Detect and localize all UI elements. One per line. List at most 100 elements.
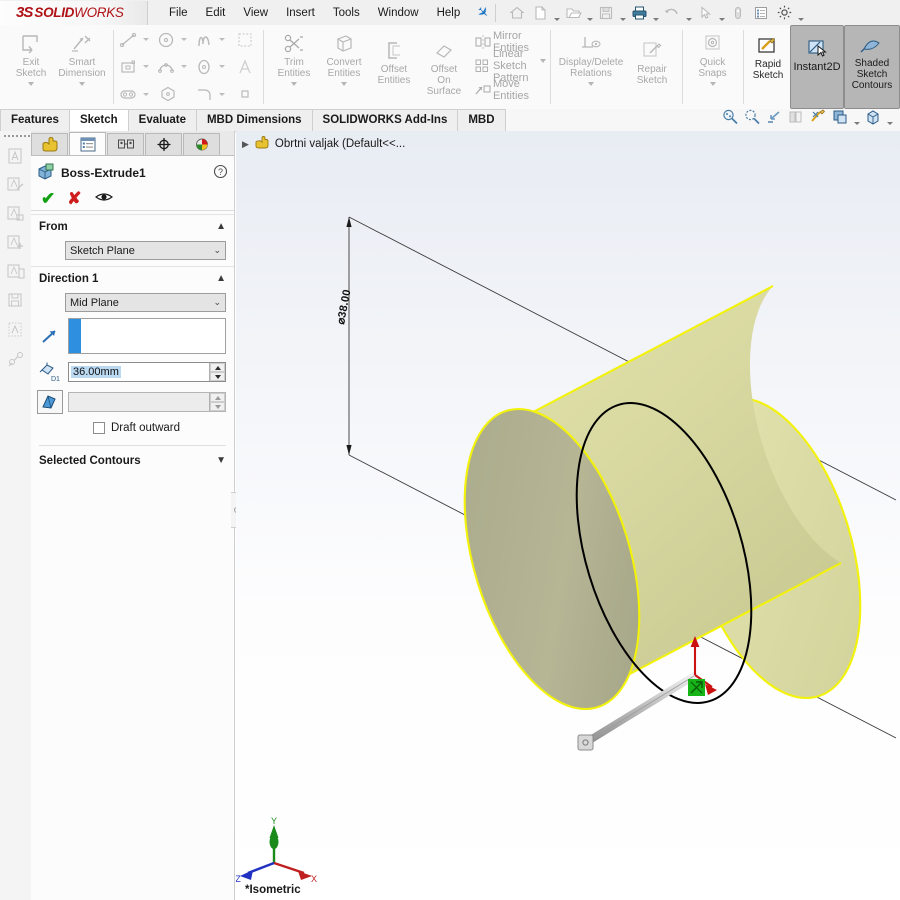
menu-view[interactable]: View <box>234 4 277 22</box>
tab-solidworks-add-ins[interactable]: SOLIDWORKS Add-Ins <box>311 109 459 131</box>
chevron-down-icon[interactable]: ⌄ <box>213 297 221 308</box>
draft-outward-row[interactable]: Draft outward <box>31 417 234 439</box>
annotation-a-icon[interactable] <box>0 141 31 170</box>
display-style-dropdown-icon[interactable] <box>852 104 861 130</box>
draft-outward-checkbox[interactable] <box>93 422 105 434</box>
depth-stepper-down[interactable] <box>210 372 225 381</box>
eye-icon[interactable] <box>94 190 114 207</box>
annotation-save-icon[interactable] <box>0 286 31 315</box>
menu-file[interactable]: File <box>160 4 197 22</box>
view-orientation-icon[interactable] <box>808 107 828 127</box>
pushpin-icon[interactable]: ✈ <box>473 2 494 22</box>
tab-evaluate[interactable]: Evaluate <box>127 109 197 131</box>
arc-tool[interactable] <box>154 54 195 79</box>
feature-manager-tab[interactable] <box>31 133 68 155</box>
zoom-to-area-icon[interactable] <box>742 107 762 127</box>
fillet-dropdown-icon[interactable] <box>219 92 226 96</box>
annotation-list-icon[interactable] <box>0 257 31 286</box>
print-dropdown-icon[interactable] <box>651 0 660 26</box>
hide-show-items-dropdown-icon[interactable] <box>885 104 894 130</box>
cancel-button[interactable]: ✘ <box>67 190 81 207</box>
direction1-depth-field[interactable]: 36.00mm <box>68 362 226 382</box>
sidebar-drag-handle[interactable] <box>0 131 31 141</box>
annotation-edit-icon[interactable] <box>0 170 31 199</box>
line-tool[interactable] <box>116 27 157 52</box>
display-delete-relations-dropdown-icon[interactable] <box>588 79 594 88</box>
gear-icon[interactable] <box>773 2 795 23</box>
new-document-icon[interactable] <box>529 2 551 23</box>
options-list-icon[interactable] <box>750 2 772 23</box>
quick-snaps-button[interactable]: Quick Snaps <box>688 28 738 88</box>
trim-entities-button[interactable]: Trim Entities <box>269 28 319 88</box>
section-from-header[interactable]: From ▲ <box>31 214 234 238</box>
select-cursor-icon[interactable] <box>694 2 716 23</box>
home-icon[interactable] <box>506 2 528 23</box>
direction1-vector-field[interactable] <box>68 318 226 354</box>
print-icon[interactable] <box>628 2 650 23</box>
chevron-up-icon[interactable]: ▲ <box>216 221 226 232</box>
help-question-icon[interactable]: ? <box>213 164 228 182</box>
graphics-viewport[interactable]: ▶ Obrtni valjak (Default<<... Y X Z ⌀38.… <box>236 131 900 900</box>
menu-help[interactable]: Help <box>428 4 470 22</box>
annotation-box-icon[interactable] <box>0 199 31 228</box>
new-document-dropdown-icon[interactable] <box>552 0 561 26</box>
text-tool[interactable] <box>230 54 260 79</box>
offset-on-surface-button[interactable]: Offset On Surface <box>419 28 469 97</box>
gear-dropdown-icon[interactable] <box>796 0 805 26</box>
ellipse-tool[interactable] <box>192 54 233 79</box>
section-direction1-header[interactable]: Direction 1 ▲ <box>31 266 234 290</box>
direction1-draft-field[interactable] <box>68 392 226 412</box>
spline-tool[interactable] <box>192 27 233 52</box>
point-tool[interactable] <box>230 82 260 107</box>
section-selected-contours-header[interactable]: Selected Contours ▼ <box>31 449 234 472</box>
slot-tool[interactable] <box>116 82 157 107</box>
tab-features[interactable]: Features <box>0 109 70 131</box>
tab-mbd[interactable]: MBD <box>457 109 506 131</box>
depth-stepper-up[interactable] <box>210 363 225 372</box>
select-cursor-dropdown-icon[interactable] <box>717 0 726 26</box>
rapid-sketch-button[interactable]: Rapid Sketch <box>746 25 790 109</box>
undo-icon[interactable] <box>661 2 683 23</box>
property-manager-tab[interactable] <box>69 132 106 155</box>
offset-entities-button[interactable]: Offset Entities <box>369 28 419 86</box>
direction1-end-condition-select[interactable]: Mid Plane ⌄ <box>65 293 226 312</box>
draft-stepper-down[interactable] <box>210 402 225 411</box>
exit-sketch-dropdown-icon[interactable] <box>28 79 34 88</box>
polygon-tool[interactable] <box>154 82 184 107</box>
menu-tools[interactable]: Tools <box>324 4 369 22</box>
trim-entities-dropdown-icon[interactable] <box>291 79 297 88</box>
repair-sketch-button[interactable]: Repair Sketch <box>627 28 677 86</box>
convert-entities-dropdown-icon[interactable] <box>341 79 347 88</box>
quick-snaps-dropdown-icon[interactable] <box>710 79 716 88</box>
capsule-icon[interactable] <box>727 2 749 23</box>
draft-angle-icon[interactable] <box>37 390 63 414</box>
circle-tool[interactable] <box>154 27 195 52</box>
direction1-draft-stepper[interactable] <box>209 393 225 411</box>
linear-sketch-pattern-button[interactable]: Linear Sketch Pattern <box>473 48 537 84</box>
previous-view-icon[interactable] <box>764 107 784 127</box>
direction1-depth-stepper[interactable] <box>209 363 225 381</box>
annotation-link-icon[interactable] <box>0 344 31 373</box>
menu-edit[interactable]: Edit <box>197 4 235 22</box>
instant2d-button[interactable]: Instant2D <box>790 25 844 109</box>
pattern-group-expand-icon[interactable] <box>539 25 547 97</box>
exit-sketch-button[interactable]: Exit Sketch <box>6 28 56 88</box>
zoom-to-fit-icon[interactable] <box>720 107 740 127</box>
smart-dimension-dropdown-icon[interactable] <box>79 79 85 88</box>
annotation-add-icon[interactable] <box>0 228 31 257</box>
reverse-direction-icon[interactable] <box>37 324 63 348</box>
trim-area-tool[interactable] <box>230 27 260 52</box>
rectangle-tool[interactable] <box>116 54 157 79</box>
configuration-manager-tab[interactable] <box>107 133 144 155</box>
shaded-sketch-contours-button[interactable]: Shaded Sketch Contours <box>844 25 900 109</box>
convert-entities-button[interactable]: Convert Entities <box>319 28 369 88</box>
display-style-icon[interactable] <box>830 107 850 127</box>
undo-dropdown-icon[interactable] <box>684 0 693 26</box>
rectangle-dropdown-icon[interactable] <box>143 65 150 69</box>
draft-stepper-up[interactable] <box>210 393 225 402</box>
display-delete-relations-button[interactable]: Display/Delete Relations <box>555 28 627 88</box>
open-folder-icon[interactable] <box>562 2 584 23</box>
chevron-down-icon[interactable]: ▼ <box>216 455 226 466</box>
ellipse-dropdown-icon[interactable] <box>219 65 226 69</box>
menu-insert[interactable]: Insert <box>277 4 324 22</box>
